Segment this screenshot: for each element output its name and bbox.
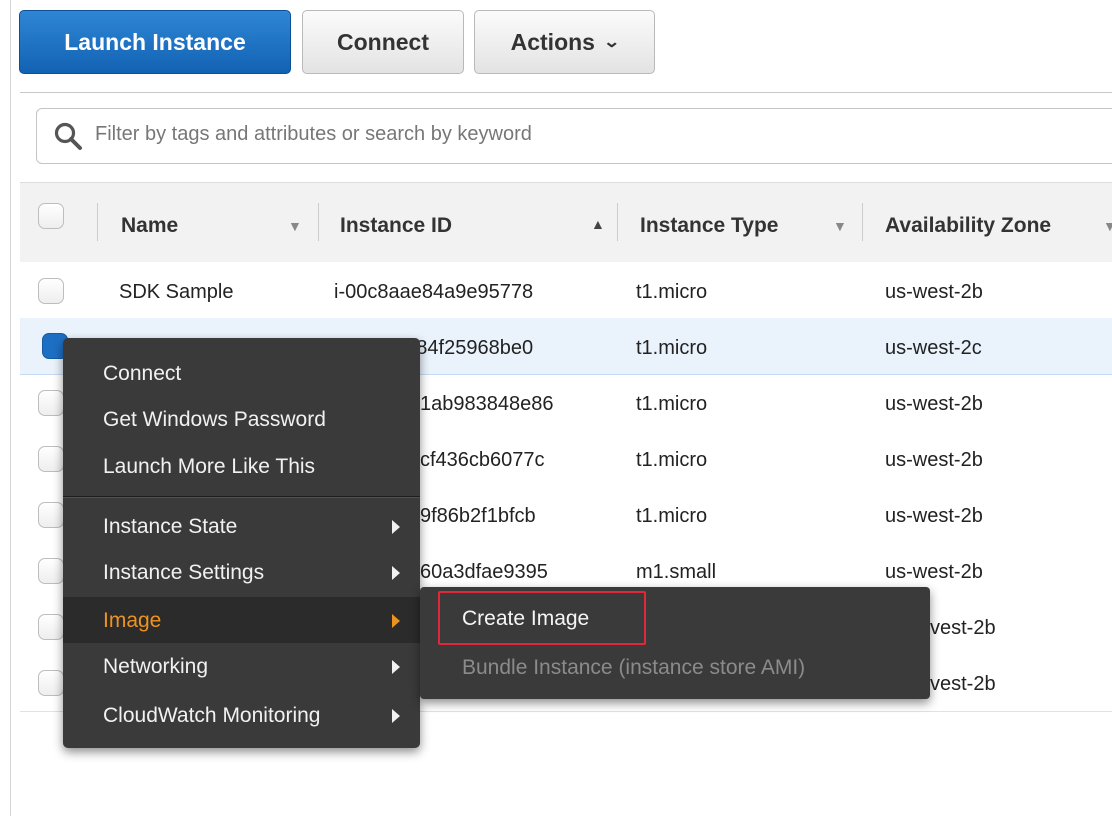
column-header-name[interactable]: Name — [121, 214, 178, 238]
instance-id: 60a3dfae9395 — [420, 561, 548, 583]
search-icon — [54, 122, 82, 150]
submenu-arrow-icon — [392, 566, 400, 580]
row-checkbox[interactable] — [38, 670, 64, 696]
row-checkbox[interactable] — [38, 558, 64, 584]
instance-type: t1.micro — [636, 393, 708, 415]
menu-item-cloudwatch-monitoring[interactable]: CloudWatch Monitoring — [63, 692, 420, 738]
submenu-arrow-icon — [392, 660, 400, 674]
availability-zone: us-west-2b — [885, 561, 983, 583]
availability-zone: us-west-2b — [885, 449, 983, 471]
row-checkbox[interactable] — [38, 614, 64, 640]
submenu-arrow-icon — [392, 520, 400, 534]
column-separator — [97, 203, 98, 241]
launch-instance-button[interactable]: Launch Instance — [19, 10, 291, 74]
submenu-arrow-icon — [392, 614, 400, 628]
instance-type: t1.micro — [636, 505, 708, 527]
left-border — [10, 0, 11, 816]
availability-zone: us-west-2b — [885, 505, 983, 527]
column-header-instance-type[interactable]: Instance Type — [640, 214, 779, 238]
menu-item-label: Instance State — [103, 515, 238, 538]
sort-down-icon[interactable]: ▼ — [833, 218, 847, 234]
search-input[interactable]: Filter by tags and attributes or search … — [36, 108, 1112, 164]
column-separator — [617, 203, 618, 241]
menu-item-instance-state[interactable]: Instance State — [63, 503, 420, 549]
menu-item-image[interactable]: Image — [63, 597, 420, 643]
column-header-availability-zone[interactable]: Availability Zone — [885, 214, 1051, 238]
actions-dropdown-button[interactable]: Actions ⌄ — [474, 10, 655, 74]
submenu-arrow-icon — [392, 709, 400, 723]
column-header-instance-id[interactable]: Instance ID — [340, 214, 452, 238]
connect-label: Connect — [337, 28, 429, 55]
availability-zone: vest-2b — [930, 673, 996, 695]
instance-id: 1ab983848e86 — [420, 393, 554, 415]
availability-zone: vest-2b — [930, 617, 996, 639]
menu-item-label: Get Windows Password — [103, 408, 326, 431]
availability-zone: us-west-2b — [885, 393, 983, 415]
row-checkbox[interactable] — [38, 502, 64, 528]
sort-down-icon[interactable]: ▼ — [1103, 218, 1112, 234]
instance-type: m1.small — [636, 561, 717, 583]
menu-item-connect[interactable]: Connect — [63, 350, 420, 396]
instance-id: i-00c8aae84a9e95778 — [334, 281, 534, 303]
menu-item-label: CloudWatch Monitoring — [103, 704, 321, 727]
instance-type: t1.micro — [636, 337, 708, 359]
instance-type: t1.micro — [636, 449, 708, 471]
menu-item-label: Launch More Like This — [103, 455, 316, 478]
column-separator — [318, 203, 319, 241]
instance-type: t1.micro — [636, 281, 708, 303]
row-checkbox[interactable] — [38, 446, 64, 472]
chevron-down-icon: ⌄ — [602, 34, 621, 51]
menu-item-label: Networking — [103, 655, 209, 678]
availability-zone: us-west-2b — [885, 281, 983, 303]
instance-name: SDK Sample — [119, 281, 234, 303]
menu-item-instance-settings[interactable]: Instance Settings — [63, 549, 420, 595]
sort-down-icon[interactable]: ▼ — [288, 218, 302, 234]
connect-button[interactable]: Connect — [302, 10, 464, 74]
menu-divider — [63, 497, 420, 498]
actions-label: Actions — [510, 28, 595, 55]
search-placeholder: Filter by tags and attributes or search … — [95, 123, 532, 145]
instance-id: 9f86b2f1bfcb — [420, 505, 536, 527]
menu-item-label: Image — [103, 609, 162, 632]
instance-id: cf436cb6077c — [420, 449, 545, 471]
row-checkbox[interactable] — [38, 390, 64, 416]
menu-item-launch-more-like-this[interactable]: Launch More Like This — [63, 443, 420, 489]
row-checkbox[interactable] — [38, 278, 64, 304]
create-image-highlight — [438, 591, 646, 645]
select-all-checkbox[interactable] — [38, 203, 64, 229]
column-separator — [862, 203, 863, 241]
menu-item-networking[interactable]: Networking — [63, 643, 420, 689]
menu-item-label: Connect — [103, 362, 182, 385]
menu-item-label: Instance Settings — [103, 561, 265, 584]
submenu-item-bundle-instance: Bundle Instance (instance store AMI) — [420, 645, 930, 691]
availability-zone: us-west-2c — [885, 337, 982, 359]
menu-item-get-windows-password[interactable]: Get Windows Password — [63, 396, 420, 442]
sort-up-icon[interactable]: ▲ — [591, 216, 605, 232]
submenu-item-label: Bundle Instance (instance store AMI) — [462, 656, 806, 679]
launch-instance-label: Launch Instance — [64, 28, 246, 55]
